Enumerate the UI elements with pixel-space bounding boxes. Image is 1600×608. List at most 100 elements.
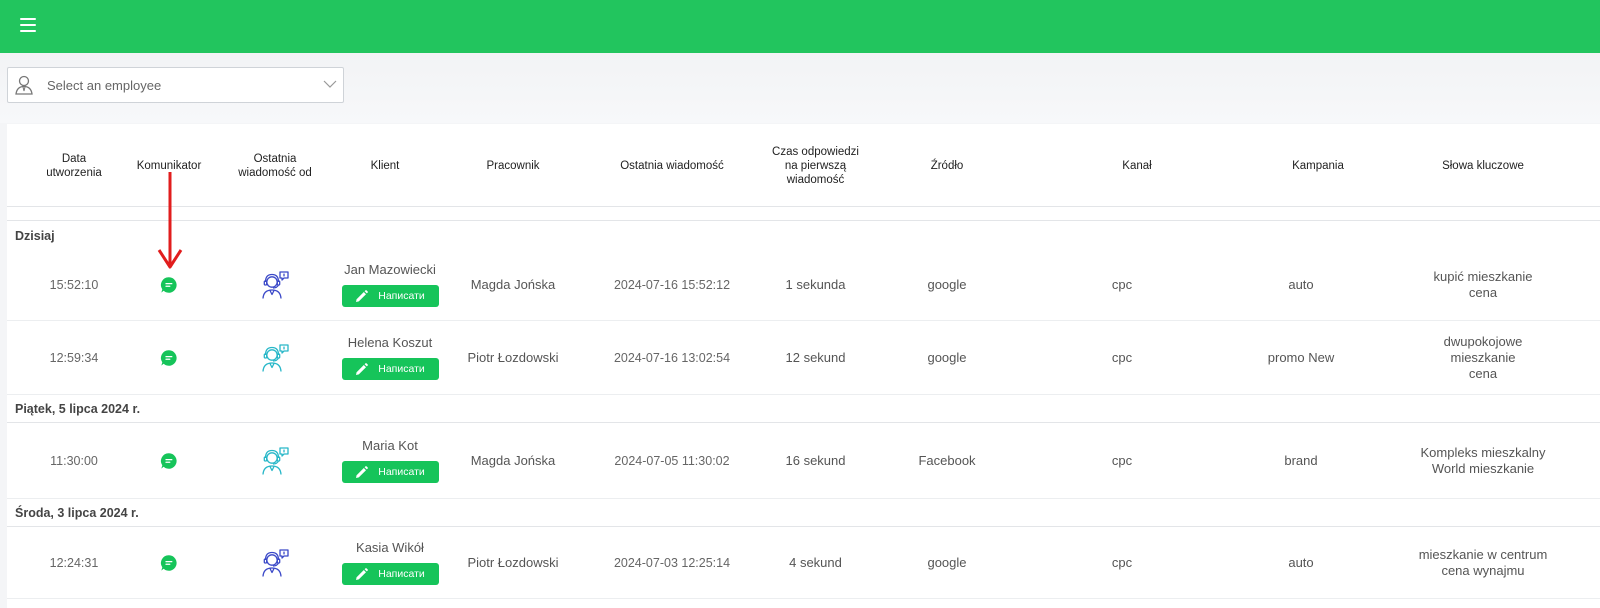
last-message-time: 2024-07-05 11:30:02 bbox=[614, 453, 730, 468]
client-name[interactable]: Maria Kot bbox=[362, 438, 418, 454]
response-time: 1 sekunda bbox=[785, 276, 846, 292]
chat-icon[interactable] bbox=[160, 554, 178, 572]
employee-select[interactable]: Select an employee bbox=[7, 67, 344, 103]
client-cell: Kasia Wikół Написати bbox=[340, 527, 440, 598]
menu-icon[interactable] bbox=[20, 18, 36, 32]
keyword: cena bbox=[1468, 284, 1498, 300]
messenger-cell bbox=[124, 423, 214, 498]
source: google bbox=[927, 349, 967, 365]
write-button-label: Написати bbox=[378, 290, 425, 302]
last-from-cell bbox=[230, 423, 320, 498]
keywords-cell: kupić mieszkanie cena bbox=[1403, 249, 1563, 320]
response-time: 12 sekund bbox=[785, 349, 846, 365]
last-message-time: 2024-07-03 12:25:14 bbox=[613, 555, 731, 570]
keywords-cell: dwupokojowe mieszkanie cena bbox=[1403, 321, 1563, 394]
created-time: 15:52:10 bbox=[49, 277, 99, 292]
created-time: 12:24:31 bbox=[49, 555, 99, 570]
keywords-cell: mieszkanie w centrum cena wynajmu bbox=[1403, 527, 1563, 598]
agent-teal-icon bbox=[260, 343, 290, 373]
write-button-label: Написати bbox=[378, 466, 425, 478]
employee-name: Magda Jońska bbox=[470, 276, 556, 292]
date-group-header: Piątek, 5 lipca 2024 r. bbox=[7, 395, 1600, 423]
campaign: promo New bbox=[1267, 349, 1335, 365]
employee-name: Piotr Łozdowski bbox=[467, 554, 559, 570]
keyword: Kompleks mieszkalny bbox=[1420, 444, 1546, 460]
header-last-from[interactable]: Ostatnia wiadomość od bbox=[230, 124, 320, 207]
employee-select-placeholder: Select an employee bbox=[47, 77, 162, 93]
last-from-cell bbox=[230, 321, 320, 394]
date-group-header: Dzisiaj bbox=[7, 222, 1600, 250]
write-button[interactable]: Написати bbox=[341, 358, 439, 380]
leads-table: Data utworzenia Komunikator Ostatnia wia… bbox=[7, 124, 1600, 608]
source: Facebook bbox=[918, 452, 976, 468]
keyword: cena wynajmu bbox=[1441, 562, 1525, 578]
client-name[interactable]: Helena Koszut bbox=[348, 335, 433, 351]
source: google bbox=[927, 276, 967, 292]
chevron-down-icon bbox=[323, 80, 337, 88]
keywords-cell: Kompleks mieszkalny World mieszkanie bbox=[1403, 423, 1563, 498]
chat-icon[interactable] bbox=[160, 452, 178, 470]
source: google bbox=[927, 554, 967, 570]
write-button[interactable]: Написати bbox=[341, 285, 439, 307]
keyword: mieszkanie w centrum bbox=[1418, 546, 1548, 562]
keyword: dwupokojowe bbox=[1443, 333, 1523, 349]
header-campaign[interactable]: Kampania bbox=[1273, 124, 1363, 207]
header-client[interactable]: Klient bbox=[340, 124, 430, 207]
agent-blue-icon bbox=[260, 270, 290, 300]
write-button-label: Написати bbox=[378, 363, 425, 375]
employee-name: Piotr Łozdowski bbox=[467, 349, 559, 365]
keyword: cena bbox=[1468, 365, 1498, 381]
client-cell: Maria Kot Написати bbox=[340, 423, 440, 498]
last-from-cell bbox=[230, 527, 320, 598]
agent-teal-icon bbox=[260, 446, 290, 476]
messenger-cell bbox=[124, 527, 214, 598]
channel: cpc bbox=[1111, 554, 1133, 570]
client-name[interactable]: Kasia Wikół bbox=[356, 540, 424, 556]
created-time: 12:59:34 bbox=[49, 350, 99, 365]
employee-name: Magda Jońska bbox=[470, 452, 556, 468]
user-icon bbox=[15, 75, 33, 95]
header-response-time[interactable]: Czas odpowiedzi na pierwszą wiadomość bbox=[753, 124, 878, 207]
response-time: 16 sekund bbox=[785, 452, 846, 468]
messenger-cell bbox=[124, 321, 214, 394]
header-last-message[interactable]: Ostatnia wiadomość bbox=[597, 124, 747, 207]
pencil-icon bbox=[355, 289, 369, 303]
channel: cpc bbox=[1111, 276, 1133, 292]
pencil-icon bbox=[355, 465, 369, 479]
header-spacer bbox=[7, 207, 1600, 221]
date-group-header: Środa, 3 lipca 2024 r. bbox=[7, 499, 1600, 527]
response-time: 4 sekund bbox=[789, 554, 842, 570]
table-row[interactable]: 12:24:31 Kasia Wikół Написати Piotr Łozdows… bbox=[7, 527, 1600, 599]
header-employee[interactable]: Pracownik bbox=[468, 124, 558, 207]
header-channel[interactable]: Kanał bbox=[1092, 124, 1182, 207]
chat-icon[interactable] bbox=[160, 349, 178, 367]
campaign: auto bbox=[1288, 554, 1314, 570]
channel: cpc bbox=[1111, 452, 1133, 468]
header-keywords[interactable]: Słowa kluczowe bbox=[1403, 124, 1563, 207]
created-time: 11:30:00 bbox=[50, 453, 98, 468]
table-header: Data utworzenia Komunikator Ostatnia wia… bbox=[7, 124, 1600, 207]
table-row[interactable]: 11:30:00 Maria Kot Написати Magda Jońska 202… bbox=[7, 423, 1600, 499]
agent-blue-icon bbox=[260, 548, 290, 578]
chat-icon[interactable] bbox=[160, 276, 178, 294]
write-button[interactable]: Написати bbox=[341, 461, 439, 483]
red-arrow-annotation bbox=[157, 172, 183, 269]
channel: cpc bbox=[1111, 349, 1133, 365]
header-source[interactable]: Źródło bbox=[902, 124, 992, 207]
last-from-cell bbox=[230, 249, 320, 320]
filter-bar: Select an employee bbox=[0, 53, 1600, 123]
keyword: World mieszkanie bbox=[1431, 460, 1535, 476]
campaign: brand bbox=[1284, 452, 1318, 468]
last-message-time: 2024-07-16 13:02:54 bbox=[613, 350, 731, 365]
write-button[interactable]: Написати bbox=[341, 563, 439, 585]
client-name[interactable]: Jan Mazowiecki bbox=[344, 262, 436, 278]
client-cell: Jan Mazowiecki Написати bbox=[340, 249, 440, 320]
keyword: kupić mieszkanie bbox=[1433, 268, 1533, 284]
top-bar bbox=[0, 0, 1600, 53]
header-created[interactable]: Data utworzenia bbox=[29, 124, 119, 207]
keyword: mieszkanie bbox=[1450, 349, 1516, 365]
pencil-icon bbox=[355, 567, 369, 581]
table-row[interactable]: 15:52:10 Jan Mazowiecki Написати Magda Jońs… bbox=[7, 249, 1600, 321]
table-row[interactable]: 12:59:34 Helena Koszut Написати Piotr Łozdo… bbox=[7, 321, 1600, 395]
write-button-label: Написати bbox=[378, 568, 425, 580]
